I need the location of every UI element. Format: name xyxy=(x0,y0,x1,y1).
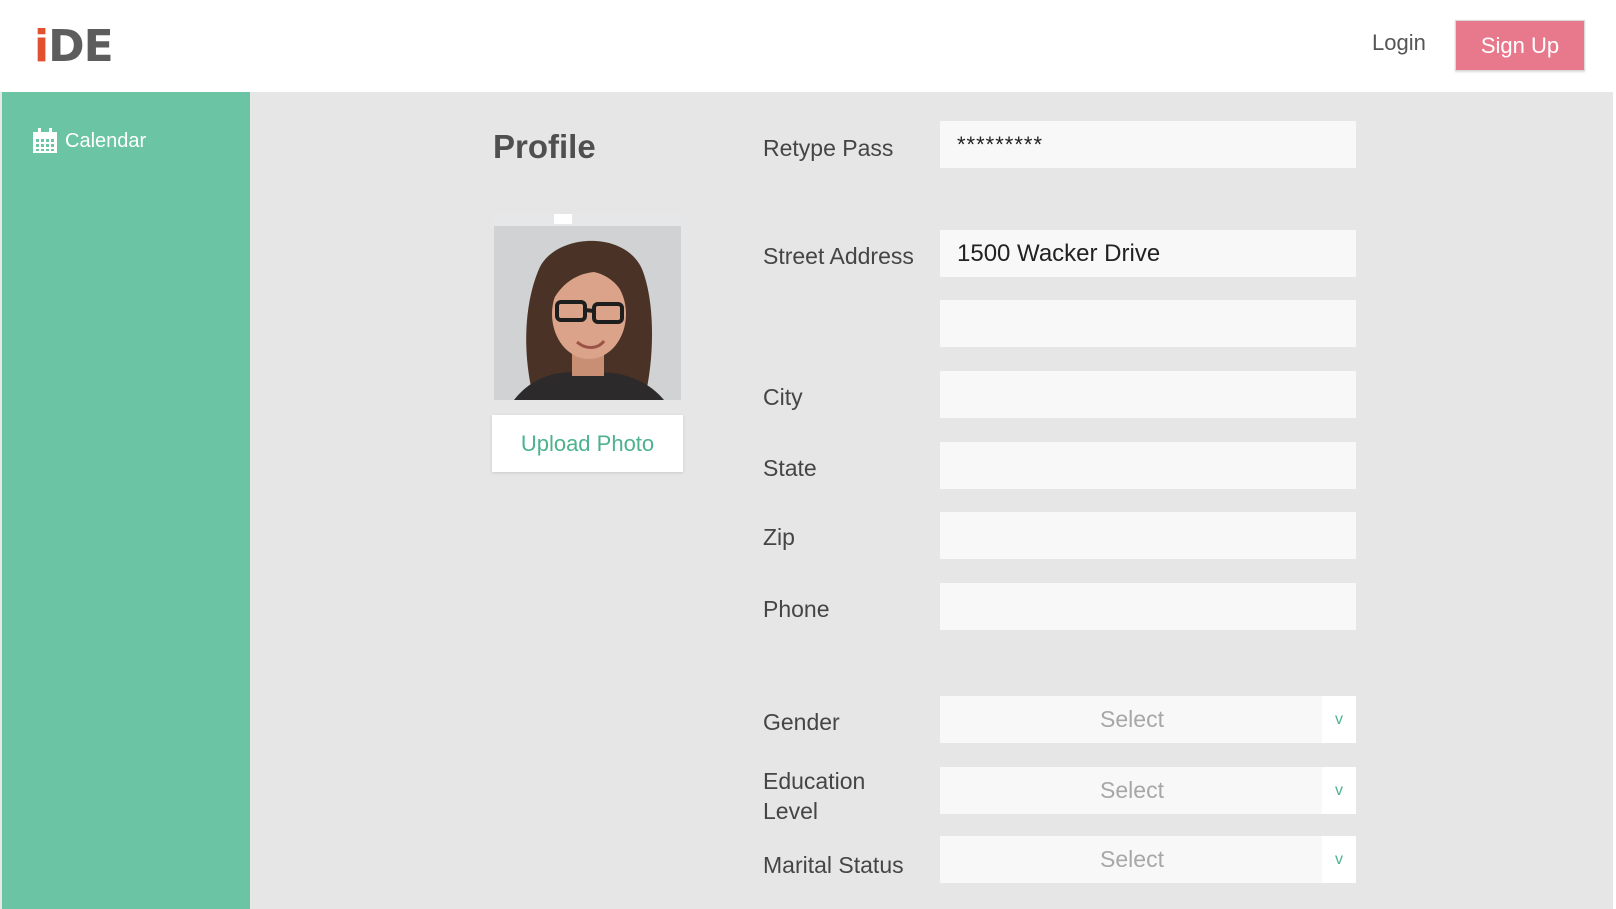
phone-label: Phone xyxy=(763,596,830,622)
chevron-down-icon[interactable]: v xyxy=(1322,767,1356,814)
sidebar-item-label: Calendar xyxy=(65,129,147,152)
page-title: Profile xyxy=(493,128,596,165)
street-address-line2-field[interactable] xyxy=(940,300,1356,347)
retype-pass-field[interactable] xyxy=(940,121,1356,168)
street-address-label: Street Address xyxy=(763,243,914,269)
education-level-label-line1: Education xyxy=(763,768,866,794)
phone-field[interactable] xyxy=(940,583,1356,630)
marital-status-select-value: Select xyxy=(1100,846,1164,872)
page: i DE Login Sign Up Calendar Profile Uplo… xyxy=(0,0,1616,909)
gender-label: Gender xyxy=(763,709,840,735)
sign-up-button[interactable]: Sign Up xyxy=(1455,20,1585,71)
retype-pass-label: Retype Pass xyxy=(763,135,894,161)
education-level-label-line2: Level xyxy=(763,798,818,824)
ide-logo[interactable]: i DE xyxy=(34,21,114,72)
logo-letter-i: i xyxy=(34,21,49,72)
chevron-down-icon[interactable]: v xyxy=(1322,836,1356,883)
logo-letters-de: DE xyxy=(48,21,114,72)
upload-photo-button[interactable]: Upload Photo xyxy=(492,415,683,472)
city-field[interactable] xyxy=(940,371,1356,418)
sidebar: Calendar xyxy=(0,92,250,909)
sidebar-item-calendar[interactable]: Calendar xyxy=(32,128,146,154)
education-level-label: Education Level xyxy=(763,766,865,826)
zip-label: Zip xyxy=(763,524,795,550)
street-address-field[interactable] xyxy=(940,230,1356,277)
gender-select-value: Select xyxy=(1100,706,1164,732)
education-level-select-value: Select xyxy=(1100,777,1164,803)
marital-status-label: Marital Status xyxy=(763,852,904,878)
login-link[interactable]: Login xyxy=(1372,30,1426,56)
gender-select[interactable]: Select v xyxy=(940,696,1356,743)
state-field[interactable] xyxy=(940,442,1356,489)
top-header: i DE Login Sign Up xyxy=(0,0,1616,92)
main-content xyxy=(250,92,1616,909)
profile-photo xyxy=(494,214,681,400)
zip-field[interactable] xyxy=(940,512,1356,559)
marital-status-select[interactable]: Select v xyxy=(940,836,1356,883)
education-level-select[interactable]: Select v xyxy=(940,767,1356,814)
city-label: City xyxy=(763,384,803,410)
chevron-down-icon[interactable]: v xyxy=(1322,696,1356,743)
calendar-icon xyxy=(32,128,58,154)
state-label: State xyxy=(763,455,817,481)
